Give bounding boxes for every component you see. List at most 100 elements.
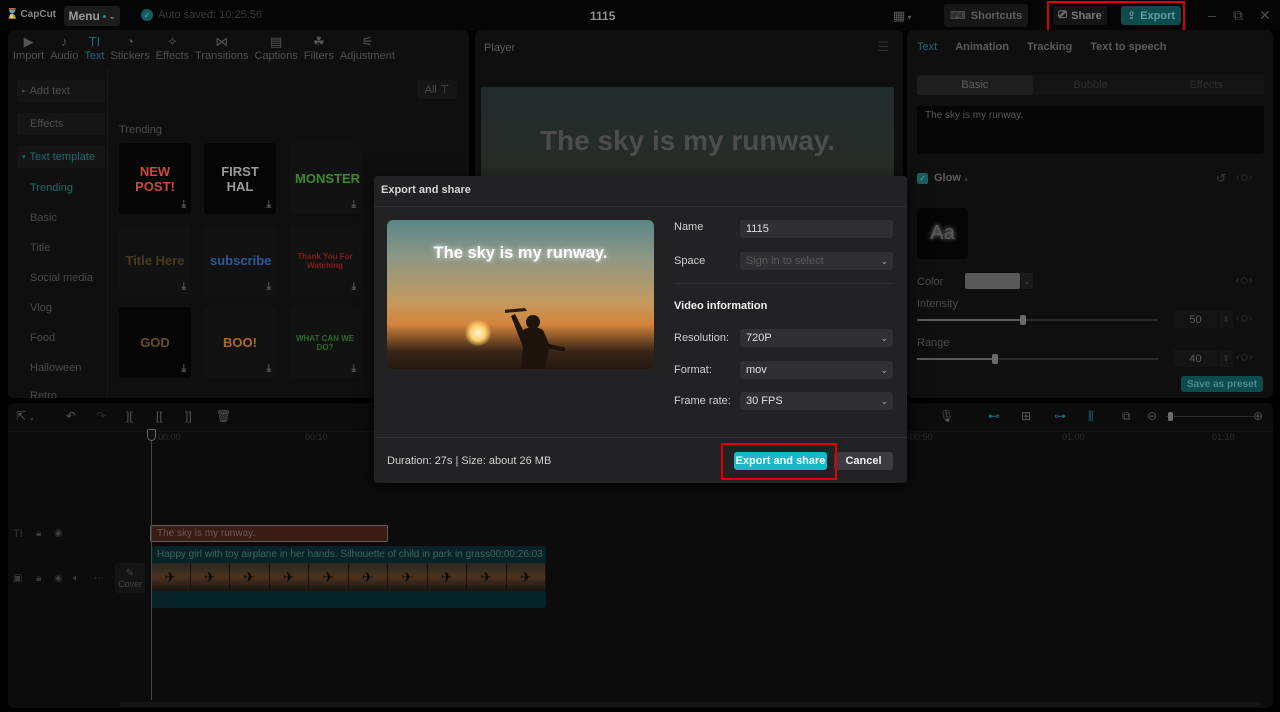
filter-dropdown[interactable]: All ⊤ (417, 80, 457, 99)
split-left-icon[interactable]: [[ (156, 409, 163, 423)
zoom-handle[interactable] (1168, 412, 1173, 421)
speaker-icon[interactable]: 🔈︎ (73, 573, 79, 584)
category-social-media[interactable]: Social media (30, 272, 93, 284)
effects-button[interactable]: Effects (17, 113, 105, 135)
template-thumbnail[interactable]: FIRST HAL ⤓ (204, 143, 276, 214)
layout-icon[interactable]: ▦ ▾ (893, 8, 913, 23)
category-food[interactable]: Food (30, 332, 55, 344)
menu-button[interactable]: Menu ⌄ (64, 6, 120, 26)
range-stepper-icon[interactable]: ⇕ (1219, 350, 1233, 367)
text-clip[interactable]: The sky is my runway. (150, 525, 388, 542)
redo-icon[interactable]: ↷ (96, 409, 106, 423)
subtab-effects[interactable]: Effects (1148, 75, 1264, 95)
category-title[interactable]: Title (30, 242, 50, 254)
tab-tracking[interactable]: Tracking (1027, 41, 1072, 53)
download-icon[interactable]: ⤓ (182, 281, 186, 292)
chevron-up-icon[interactable]: ▴ (964, 174, 968, 183)
hamburger-icon[interactable]: ☰ (877, 39, 889, 55)
color-dropdown-icon[interactable]: ⌄ (1021, 273, 1033, 289)
download-icon[interactable]: ⤓ (352, 281, 356, 292)
category-halloween[interactable]: Halloween (30, 362, 81, 374)
auto-snap-icon[interactable]: ⊞ (1021, 409, 1031, 423)
color-swatch[interactable] (965, 273, 1020, 289)
text-template-button[interactable]: ▾ Text template (17, 146, 105, 168)
more-icon[interactable]: ⋯ (94, 573, 104, 584)
select-tool-icon[interactable]: ⇱ ⌄ (16, 409, 35, 423)
tab-transitions[interactable]: ⋈ Transitions (192, 30, 251, 66)
cover-button[interactable]: ✎ Cover (115, 563, 145, 593)
tab-text[interactable]: TI Text (81, 30, 107, 66)
split-icon[interactable]: ][ (126, 409, 133, 423)
intensity-stepper-icon[interactable]: ⇕ (1219, 311, 1233, 328)
playhead-line[interactable] (151, 431, 152, 700)
category-retro[interactable]: Retro (30, 390, 57, 398)
download-icon[interactable]: ⤓ (267, 281, 271, 292)
link-icon[interactable]: ⊶ (1054, 409, 1066, 423)
delete-icon[interactable]: 🗑 (216, 409, 231, 423)
tab-filters[interactable]: ☘ Filters (301, 30, 337, 66)
template-thumbnail[interactable]: MONSTER ⤓ (289, 143, 361, 214)
download-icon[interactable]: ⤓ (182, 363, 186, 374)
category-vlog[interactable]: Vlog (30, 302, 52, 314)
lock-icon[interactable]: 🔒︎ (36, 528, 41, 539)
tab-adjustment[interactable]: ⚟ Adjustment (337, 30, 398, 66)
shortcuts-button[interactable]: ⌨ Shortcuts (944, 4, 1028, 27)
subtab-bubble[interactable]: Bubble (1033, 75, 1149, 95)
tab-inspector-text[interactable]: Text (917, 41, 937, 53)
undo-icon[interactable]: ↶ (66, 409, 76, 423)
eye-icon[interactable]: ◉ (54, 573, 63, 584)
tab-text-to-speech[interactable]: Text to speech (1090, 41, 1166, 53)
lock-icon[interactable]: 🔒︎ (36, 573, 41, 584)
range-handle[interactable] (992, 354, 999, 364)
keyframe-range-icon[interactable]: ‹◇› (1236, 352, 1253, 363)
template-thumbnail[interactable]: BOO! ⤓ (204, 307, 276, 378)
microphone-icon[interactable]: 🎙 (939, 409, 954, 423)
preview-axis-icon[interactable]: ⫼ (1088, 409, 1094, 424)
category-trending[interactable]: Trending (30, 182, 73, 194)
keyframe-intensity-icon[interactable]: ‹◇› (1236, 313, 1253, 324)
zoom-in-icon[interactable]: ⊕ (1253, 409, 1263, 423)
range-input[interactable]: 40 (1173, 350, 1218, 367)
download-icon[interactable]: ⤓ (267, 363, 271, 374)
tab-import[interactable]: ▶ Import (10, 30, 47, 66)
playhead-handle[interactable] (147, 429, 156, 441)
format-select[interactable]: mov ⌄ (740, 361, 893, 379)
space-select[interactable]: Sign in to select ⌄ (740, 252, 893, 270)
template-thumbnail[interactable]: subscribe ⤓ (204, 225, 276, 296)
tab-audio[interactable]: ♪ Audio (47, 30, 81, 66)
intensity-input[interactable]: 50 (1173, 311, 1218, 328)
tab-captions[interactable]: ▤ Captions (251, 30, 300, 66)
screenshot-icon[interactable]: ⧉ (1122, 409, 1131, 424)
close-icon[interactable]: ✕ (1259, 7, 1271, 24)
category-basic[interactable]: Basic (30, 212, 57, 224)
intensity-slider[interactable] (917, 315, 1158, 325)
download-icon[interactable]: ⤓ (182, 199, 186, 210)
tab-effects[interactable]: ✧ Effects (153, 30, 192, 66)
cancel-button[interactable]: Cancel (834, 452, 893, 470)
video-clip[interactable]: Happy girl with toy airplane in her hand… (151, 546, 546, 608)
tab-animation[interactable]: Animation (955, 41, 1009, 53)
intensity-handle[interactable] (1020, 315, 1027, 325)
split-right-icon[interactable]: ]] (185, 409, 192, 423)
magnet-icon[interactable]: ⊷ (988, 409, 1000, 423)
eye-icon[interactable]: ◉ (54, 528, 63, 539)
zoom-slider[interactable] (1166, 412, 1254, 421)
text-content-input[interactable]: The sky is my runway. (917, 106, 1264, 154)
subtab-basic[interactable]: Basic (917, 75, 1033, 95)
template-thumbnail[interactable]: Thank You For Watching ⤓ (289, 225, 361, 296)
glow-checkbox[interactable]: ✓ (917, 173, 928, 184)
download-icon[interactable]: ⤓ (352, 199, 356, 210)
range-slider[interactable] (917, 354, 1158, 364)
keyframe-glow-icon[interactable]: ‹◇› (1236, 172, 1253, 183)
keyframe-color-icon[interactable]: ‹◇› (1236, 275, 1253, 286)
name-input[interactable]: 1115 (740, 220, 893, 238)
template-thumbnail[interactable]: GOD ⤓ (119, 307, 191, 378)
framerate-select[interactable]: 30 FPS ⌄ (740, 392, 893, 410)
restore-icon[interactable]: ⧉ (1233, 7, 1243, 24)
minimize-icon[interactable]: – (1208, 7, 1216, 23)
glow-preview[interactable]: Aa (917, 208, 968, 259)
download-icon[interactable]: ⤓ (267, 199, 271, 210)
timeline-scrollbar[interactable] (120, 702, 1260, 707)
add-text-button[interactable]: ▸ Add text (17, 80, 105, 102)
template-thumbnail[interactable]: Title Here ⤓ (119, 225, 191, 296)
